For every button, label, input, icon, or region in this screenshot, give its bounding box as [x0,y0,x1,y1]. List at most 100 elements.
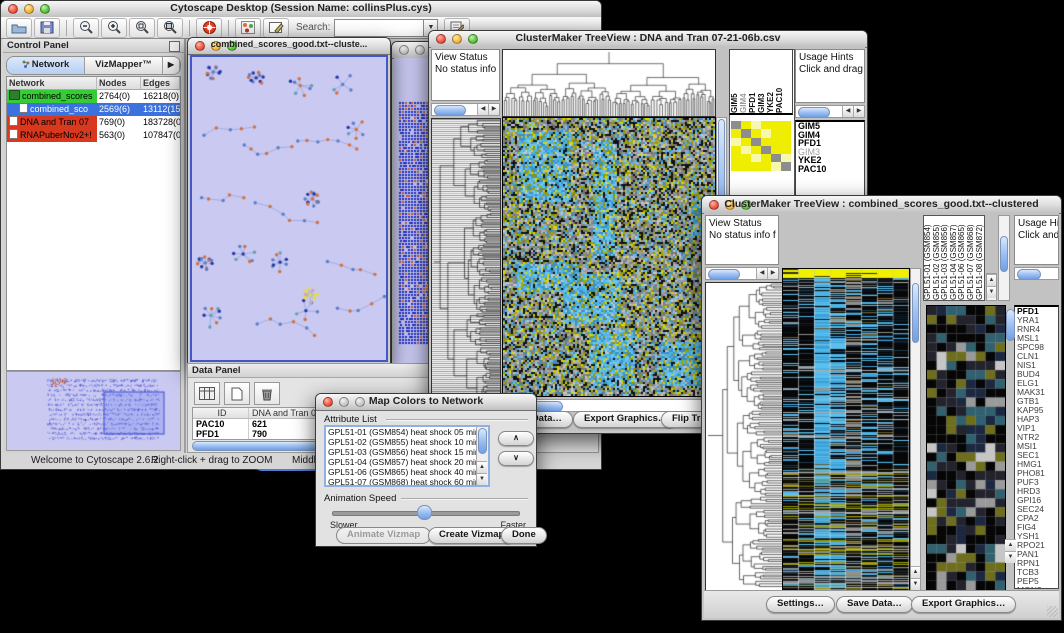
summary-cell[interactable] [751,121,761,129]
attribute-item[interactable]: GPL51-04 (GSM857) heat shock 20 min [326,457,488,467]
array-label[interactable]: GPL51-08 (GSM872) [976,216,985,300]
zoom-fit-icon[interactable] [157,18,183,38]
tab-network[interactable]: Network [7,57,85,74]
gene-dendrogram-canvas[interactable] [706,283,782,588]
summary-cell[interactable] [771,121,781,129]
summary-cell[interactable] [781,146,791,154]
attribute-item[interactable]: GPL51-07 (GSM868) heat shock 60 min [326,477,488,487]
summary-cell[interactable] [731,138,741,146]
summary-cell[interactable] [771,129,781,137]
cluster-column-label[interactable]: GIM4 [739,50,748,113]
label-arrows[interactable]: ▲▼ [986,273,997,301]
settings-button[interactable]: Settings… [766,596,835,613]
annotation-tool-icon[interactable] [263,18,289,38]
network-canvas[interactable] [192,57,386,360]
animate-vizmap-button[interactable]: Animate Vizmap [336,527,431,544]
zoom-in-icon[interactable] [101,18,127,38]
close-button[interactable] [399,45,409,55]
summary-cell[interactable] [731,121,741,129]
cluster-column-label[interactable]: PFD1 [748,50,757,113]
view-status-scrollbar[interactable]: ◀▶ [431,103,500,116]
summary-cell[interactable] [771,154,781,162]
animation-slider-thumb[interactable] [417,505,432,520]
network-row[interactable]: combined_scores2764(0)16218(0) [7,90,180,103]
summary-cell[interactable] [751,129,761,137]
summary-cell[interactable] [751,146,761,154]
view-status-scrollbar[interactable]: ◀▶ [705,267,779,280]
attribute-item[interactable]: GPL51-02 (GSM855) heat shock 10 min [326,437,488,447]
usage-hints-scrollbar[interactable] [1014,267,1059,280]
summary-cell[interactable] [781,129,791,137]
summary-cell[interactable] [761,138,771,146]
col-nodes[interactable]: Nodes [97,77,141,90]
tab-overflow-arrow[interactable]: ▶ [163,57,180,74]
summary-cell[interactable] [751,138,761,146]
attribute-select-icon[interactable] [194,382,220,405]
help-lifering-icon[interactable] [196,18,222,38]
usage-hints-scrollbar[interactable]: ◀▶ [795,105,865,118]
summary-cell[interactable] [741,146,751,154]
export-graphics-button[interactable]: Export Graphics… [911,596,1016,613]
gene-dendrogram-canvas[interactable] [431,118,501,406]
attribute-listbox[interactable]: GPL51-01 (GSM854) heat shock 05 minGPL51… [324,425,490,487]
cluster-summary-heatmap[interactable] [731,121,791,171]
summary-cell[interactable] [741,138,751,146]
cluster-column-label[interactable]: YKE2 [766,50,775,113]
summary-cell[interactable] [751,154,761,162]
zoom-out-icon[interactable] [73,18,99,38]
cluster-column-label[interactable]: GIM3 [757,50,766,113]
summary-cell[interactable] [761,162,771,170]
summary-cell[interactable] [741,162,751,170]
summary-cell[interactable] [761,154,771,162]
gene-item[interactable]: MON2 [1015,586,1058,589]
network-row[interactable]: RNAPuberNov2+!563(0)107847(0) [7,129,180,142]
summary-cell[interactable] [761,121,771,129]
summary-cell[interactable] [731,146,741,154]
open-session-button[interactable] [6,18,32,38]
search-input[interactable] [334,19,424,37]
network-overview-canvas[interactable] [7,372,180,448]
minimize-button[interactable] [415,45,425,55]
delete-attribute-icon[interactable] [254,382,280,405]
global-heatmap-canvas[interactable] [502,117,716,397]
summary-cell[interactable] [771,138,781,146]
summary-cell[interactable] [781,162,791,170]
summary-cell[interactable] [781,138,791,146]
save-session-button[interactable] [34,18,60,38]
network-overview-panel[interactable] [6,371,181,451]
col-network[interactable]: Network [7,77,97,90]
network-row[interactable]: DNA and Tran 07769(0)183728(0) [7,116,180,129]
vizmapper-tool-icon[interactable] [235,18,261,38]
float-panel-icon[interactable] [169,41,180,52]
summary-cell[interactable] [731,129,741,137]
summary-cell[interactable] [741,121,751,129]
summary-cell[interactable] [761,146,771,154]
summary-cell[interactable] [741,129,751,137]
save-data-button[interactable]: Save Data… [836,596,913,613]
main-titlebar[interactable]: Cytoscape Desktop (Session Name: collins… [1,1,601,18]
tab-vizmapper[interactable]: VizMapper™ [85,57,163,74]
zoom-heatmap-canvas[interactable] [926,305,1006,591]
summary-cell[interactable] [751,162,761,170]
network-row[interactable]: combined_sco2569(6)13112(15) [7,103,180,116]
attribute-item[interactable]: GPL51-03 (GSM856) heat shock 15 min [326,447,488,457]
summary-cell[interactable] [731,154,741,162]
done-button[interactable]: Done [501,527,547,544]
attribute-item[interactable]: GPL51-06 (GSM865) heat shock 40 min [326,467,488,477]
heatmap-vscrollbar[interactable]: ▲▼ [910,268,921,591]
cluster-column-label[interactable]: PAC10 [775,50,784,113]
summary-cell[interactable] [781,154,791,162]
cluster-column-label[interactable]: GIM5 [730,50,739,113]
move-down-button[interactable]: ∨ [498,451,534,466]
summary-cell[interactable] [781,121,791,129]
summary-cell[interactable] [741,154,751,162]
summary-cell[interactable] [731,162,741,170]
col-edges[interactable]: Edges [141,77,180,90]
move-up-button[interactable]: ∧ [498,431,534,446]
gene-list-vscrollbar[interactable]: ▲▼ [1005,305,1016,589]
summary-cell[interactable] [761,129,771,137]
summary-cell[interactable] [771,146,781,154]
zoom-selected-icon[interactable] [129,18,155,38]
attribute-list-scrollbar[interactable]: ▲▼ [476,427,488,485]
attribute-item[interactable]: GPL51-01 (GSM854) heat shock 05 min [326,427,488,437]
